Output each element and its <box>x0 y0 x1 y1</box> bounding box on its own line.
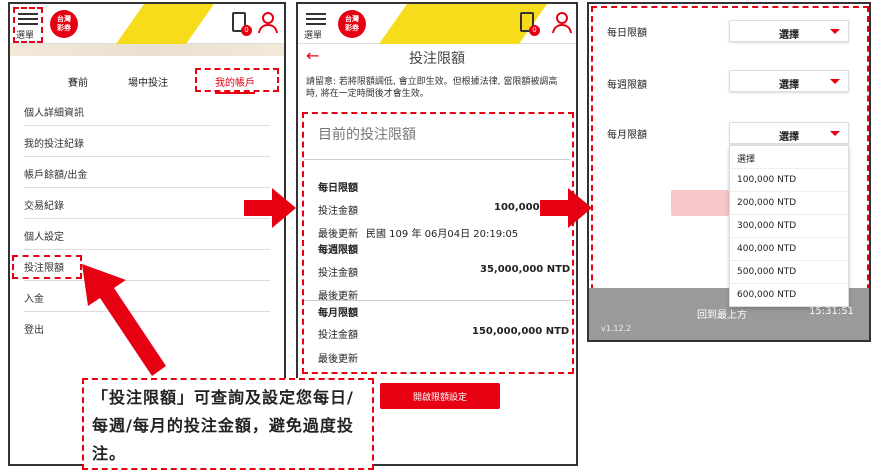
open-limit-settings-button[interactable]: 開啟限額設定 <box>380 383 500 409</box>
weekly-select-value: 選擇 <box>779 80 799 91</box>
right-arrow-icon <box>244 188 296 228</box>
bet-slip-badge: 0 <box>529 25 540 36</box>
app-version: v1.12.2 <box>601 324 632 333</box>
user-icon[interactable] <box>552 12 572 34</box>
bet-slip-badge: 0 <box>241 25 252 36</box>
menu-label: 選單 <box>304 31 323 41</box>
page-title: 投注限額 <box>409 51 465 67</box>
monthly-amount-label: 投注金額 <box>318 330 358 341</box>
right-arrow-icon <box>540 188 592 228</box>
brand-logo[interactable]: 台灣 彩券 <box>50 10 78 38</box>
current-limits-title: 目前的投注限額 <box>318 127 416 143</box>
menu-item-personal-info[interactable]: 個人詳細資訊 <box>24 95 270 126</box>
tab-inplay[interactable]: 場中投注 <box>128 74 168 89</box>
hamburger-menu-icon[interactable] <box>306 10 326 28</box>
daily-amount-label: 投注金額 <box>318 206 358 217</box>
daily-limit-label: 每日限額 <box>607 28 647 39</box>
tab-prematch[interactable]: 賽前 <box>68 74 88 89</box>
callout-box: 「投注限額」可查詢及設定您每日/每週/每月的投注金額，避免過度投注。 <box>82 378 374 470</box>
daily-limit-select[interactable]: 選擇 <box>729 20 849 42</box>
bet-slip-icon[interactable]: 0 <box>232 12 252 36</box>
bet-slip-icon[interactable]: 0 <box>520 12 540 36</box>
weekly-amount-value: 35,000,000 NTD <box>480 264 571 275</box>
daily-updated-label: 最後更新 <box>318 229 358 240</box>
dropdown-option[interactable]: 400,000 NTD <box>730 238 848 261</box>
avatar-strip <box>10 44 284 56</box>
monthly-select-value: 選擇 <box>779 132 799 143</box>
daily-heading: 每日限額 <box>318 183 358 194</box>
notice-text: 請留意: 若將限額調低, 會立即生效。但根據法律, 當限額被調高時, 將在一定時… <box>306 77 558 99</box>
dropdown-option[interactable]: 200,000 NTD <box>730 192 848 215</box>
menu-item-transactions[interactable]: 交易紀錄 <box>24 188 270 219</box>
menu-item-bet-history[interactable]: 我的投注紀錄 <box>24 126 270 157</box>
monthly-amount-value: 150,000,000 NTD <box>472 326 570 337</box>
app-header: 選單 台灣 彩券 0 <box>298 4 576 44</box>
daily-updated-value: 民國 109 年 06月04日 20:19:05 <box>366 229 519 240</box>
caret-down-icon <box>830 79 840 84</box>
highlight-bet-limits <box>12 255 82 279</box>
monthly-limit-dropdown: 選擇 100,000 NTD 200,000 NTD 300,000 NTD 4… <box>729 145 849 307</box>
dropdown-option[interactable]: 選擇 <box>730 146 848 169</box>
highlight-my-account <box>195 68 279 92</box>
caret-down-icon <box>830 29 840 34</box>
menu-item-settings[interactable]: 個人設定 <box>24 219 270 250</box>
divider <box>304 159 570 160</box>
disabled-submit-button <box>671 190 729 216</box>
daily-amount-value: 100,000 <box>494 202 540 213</box>
divider <box>304 300 570 301</box>
user-icon[interactable] <box>258 12 278 34</box>
header-stripe <box>115 4 215 44</box>
weekly-limit-label: 每週限額 <box>607 80 647 91</box>
dropdown-option[interactable]: 500,000 NTD <box>730 261 848 284</box>
back-to-top-link[interactable]: 回到最上方 <box>697 306 747 321</box>
clock-time: 15:31:51 <box>809 306 854 317</box>
weekly-heading: 每週限額 <box>318 245 358 256</box>
caret-down-icon <box>830 131 840 136</box>
weekly-limit-select[interactable]: 選擇 <box>729 70 849 92</box>
dropdown-option[interactable]: 300,000 NTD <box>730 215 848 238</box>
menu-item-balance[interactable]: 帳戶餘額/出金 <box>24 157 270 188</box>
weekly-amount-label: 投注金額 <box>318 268 358 279</box>
monthly-updated-label: 最後更新 <box>318 354 358 365</box>
monthly-heading: 每月限額 <box>318 308 358 319</box>
monthly-limit-select[interactable]: 選擇 <box>729 122 849 144</box>
brand-logo[interactable]: 台灣 彩券 <box>338 10 366 38</box>
panel-limit-settings: 每日限額 選擇 每週限額 選擇 每月限額 選擇 回到最上方 15:31:51 v… <box>587 2 871 342</box>
app-header: 選單 台灣 彩券 0 <box>10 4 284 44</box>
dropdown-option[interactable]: 600,000 NTD <box>730 284 848 307</box>
daily-select-value: 選擇 <box>779 30 799 41</box>
pointer-arrow-icon <box>82 264 166 376</box>
dropdown-option[interactable]: 100,000 NTD <box>730 169 848 192</box>
monthly-limit-label: 每月限額 <box>607 130 647 141</box>
highlight-menu <box>13 7 43 43</box>
